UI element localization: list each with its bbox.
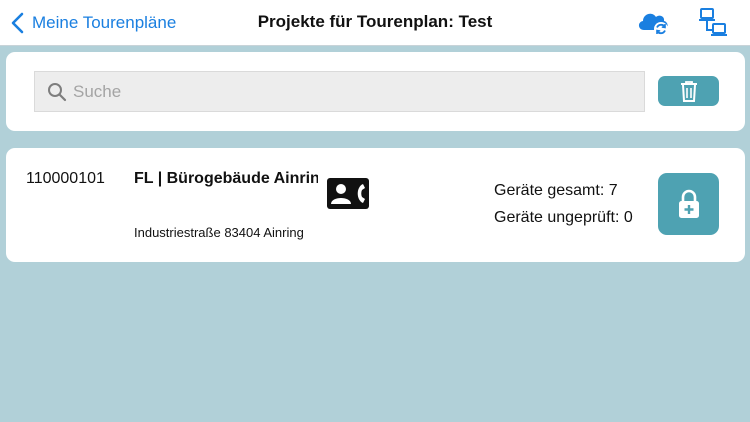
project-address: Industriestraße 83404 Ainring (134, 225, 304, 240)
project-name: FL | Bürogebäude Ainrin (134, 170, 318, 187)
network-icon[interactable] (698, 8, 728, 38)
project-number: 110000101 (26, 170, 105, 187)
contact-phone-icon[interactable] (327, 178, 369, 209)
cloud-sync-icon[interactable] (636, 8, 670, 38)
project-row[interactable]: 110000101 FL | Bürogebäude Ainrin Indust… (6, 148, 745, 262)
search-input[interactable] (73, 81, 633, 102)
search-field[interactable] (34, 71, 645, 112)
lock-plus-icon (678, 189, 699, 218)
devices-total: Geräte gesamt: 7 (494, 182, 618, 199)
trash-icon (680, 81, 697, 102)
search-panel (6, 52, 745, 131)
search-icon (48, 82, 67, 101)
devices-unchecked: Geräte ungeprüft: 0 (494, 209, 633, 226)
navigation-bar: Meine Tourenpläne Projekte für Tourenpla… (0, 0, 750, 46)
add-inspection-button[interactable] (658, 173, 719, 235)
delete-button[interactable] (658, 76, 719, 106)
